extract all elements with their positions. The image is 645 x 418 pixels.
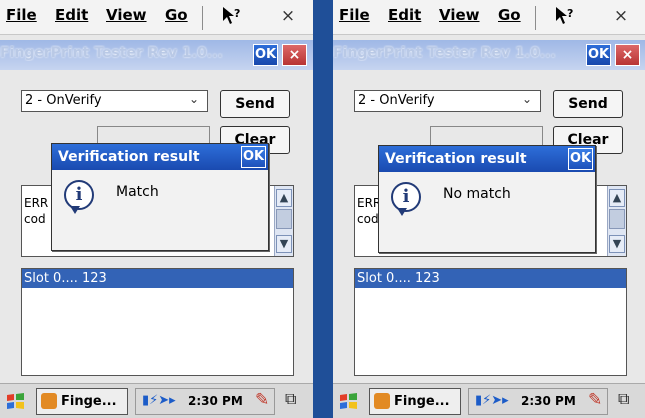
start-menu-icon[interactable]: [338, 391, 360, 415]
input-panel-icon[interactable]: ✎: [255, 390, 269, 410]
log-line: cod: [357, 212, 379, 226]
tray-status-icons[interactable]: ▮⚡➤▸: [475, 393, 509, 408]
list-item[interactable]: Slot 0.... 123: [22, 269, 293, 288]
dialog-message: No match: [443, 186, 511, 202]
command-select-value: 2 - OnVerify: [358, 93, 435, 108]
log-line: cod: [24, 212, 46, 226]
dialog-message: Match: [116, 184, 159, 200]
taskbar: Finge... ▮⚡➤▸ 2:30 PM ✎ ⧉: [333, 383, 645, 418]
menu-file[interactable]: File: [6, 6, 37, 24]
tray-status-icons[interactable]: ▮⚡➤▸: [142, 393, 176, 408]
slot-list[interactable]: Slot 0.... 123: [21, 268, 294, 376]
slot-list[interactable]: Slot 0.... 123: [354, 268, 627, 376]
window-title: FingerPrint Tester Rev 1.0...: [333, 45, 556, 61]
help-icon[interactable]: ?: [221, 6, 243, 30]
menu-view[interactable]: View: [106, 6, 147, 24]
send-button[interactable]: Send: [553, 90, 623, 118]
start-menu-icon[interactable]: [5, 391, 27, 415]
info-icon-tail: [397, 208, 407, 216]
taskbar-app-button[interactable]: Finge...: [369, 388, 461, 415]
window-switch-icon[interactable]: ⧉: [618, 389, 629, 409]
taskbar-app-label: Finge...: [61, 394, 117, 409]
scroll-thumb[interactable]: [609, 209, 625, 229]
app-icon: [41, 393, 57, 409]
menu-go[interactable]: Go: [498, 6, 521, 24]
help-icon[interactable]: ?: [554, 6, 576, 30]
menu-file[interactable]: File: [339, 6, 370, 24]
menu-edit[interactable]: Edit: [55, 6, 88, 24]
command-select-value: 2 - OnVerify: [25, 93, 102, 108]
menu-bar: File Edit View Go ? ×: [0, 0, 313, 35]
menu-separator: [535, 6, 536, 30]
scroll-down-icon[interactable]: ▼: [609, 235, 625, 253]
svg-text:?: ?: [234, 7, 240, 20]
taskbar-app-label: Finge...: [394, 394, 450, 409]
command-select[interactable]: 2 - OnVerify ⌄: [21, 90, 208, 112]
title-ok-button[interactable]: OK: [586, 44, 611, 66]
dialog-ok-button[interactable]: OK: [568, 148, 593, 170]
info-icon-tail: [70, 206, 80, 214]
chevron-down-icon[interactable]: ⌄: [522, 92, 532, 106]
command-select[interactable]: 2 - OnVerify ⌄: [354, 90, 541, 112]
dialog-title: Verification result: [52, 144, 268, 170]
screen-divider: [313, 0, 333, 418]
window-switch-icon[interactable]: ⧉: [285, 389, 296, 409]
close-icon[interactable]: ×: [610, 5, 632, 27]
menu-view[interactable]: View: [439, 6, 480, 24]
taskbar-app-button[interactable]: Finge...: [36, 388, 128, 415]
send-button[interactable]: Send: [220, 90, 290, 118]
device-screen-right: File Edit View Go ? × FingerPrint Tester…: [333, 0, 645, 418]
scroll-down-icon[interactable]: ▼: [276, 235, 292, 253]
chevron-down-icon[interactable]: ⌄: [189, 92, 199, 106]
dialog-ok-button[interactable]: OK: [241, 146, 266, 168]
menu-separator: [202, 6, 203, 30]
verification-dialog: Verification result OK i No match: [378, 145, 596, 253]
window-title: FingerPrint Tester Rev 1.0...: [0, 45, 223, 61]
input-panel-icon[interactable]: ✎: [588, 390, 602, 410]
title-ok-button[interactable]: OK: [253, 44, 278, 66]
scroll-up-icon[interactable]: ▲: [609, 189, 625, 207]
system-tray: ▮⚡➤▸ 2:30 PM: [135, 388, 275, 415]
system-tray: ▮⚡➤▸ 2:30 PM: [468, 388, 608, 415]
app-icon: [374, 393, 390, 409]
log-scrollbar[interactable]: ▲ ▼: [607, 186, 626, 256]
scroll-up-icon[interactable]: ▲: [276, 189, 292, 207]
menu-edit[interactable]: Edit: [388, 6, 421, 24]
svg-text:?: ?: [567, 7, 573, 20]
clock[interactable]: 2:30 PM: [188, 394, 243, 408]
scroll-thumb[interactable]: [276, 209, 292, 229]
menu-bar: File Edit View Go ? ×: [333, 0, 645, 35]
title-close-button[interactable]: ×: [282, 44, 307, 66]
window-titlebar: FingerPrint Tester Rev 1.0... OK ×: [333, 40, 645, 70]
dialog-title: Verification result: [379, 146, 595, 172]
title-close-button[interactable]: ×: [615, 44, 640, 66]
device-screen-left: File Edit View Go ? × FingerPrint Tester…: [0, 0, 313, 418]
window-titlebar: FingerPrint Tester Rev 1.0... OK ×: [0, 40, 313, 70]
close-icon[interactable]: ×: [277, 5, 299, 27]
log-scrollbar[interactable]: ▲ ▼: [274, 186, 293, 256]
menu-go[interactable]: Go: [165, 6, 188, 24]
verification-dialog: Verification result OK i Match: [51, 143, 269, 251]
clock[interactable]: 2:30 PM: [521, 394, 576, 408]
log-line: ERR: [24, 196, 49, 210]
taskbar: Finge... ▮⚡➤▸ 2:30 PM ✎ ⧉: [0, 383, 313, 418]
list-item[interactable]: Slot 0.... 123: [355, 269, 626, 288]
